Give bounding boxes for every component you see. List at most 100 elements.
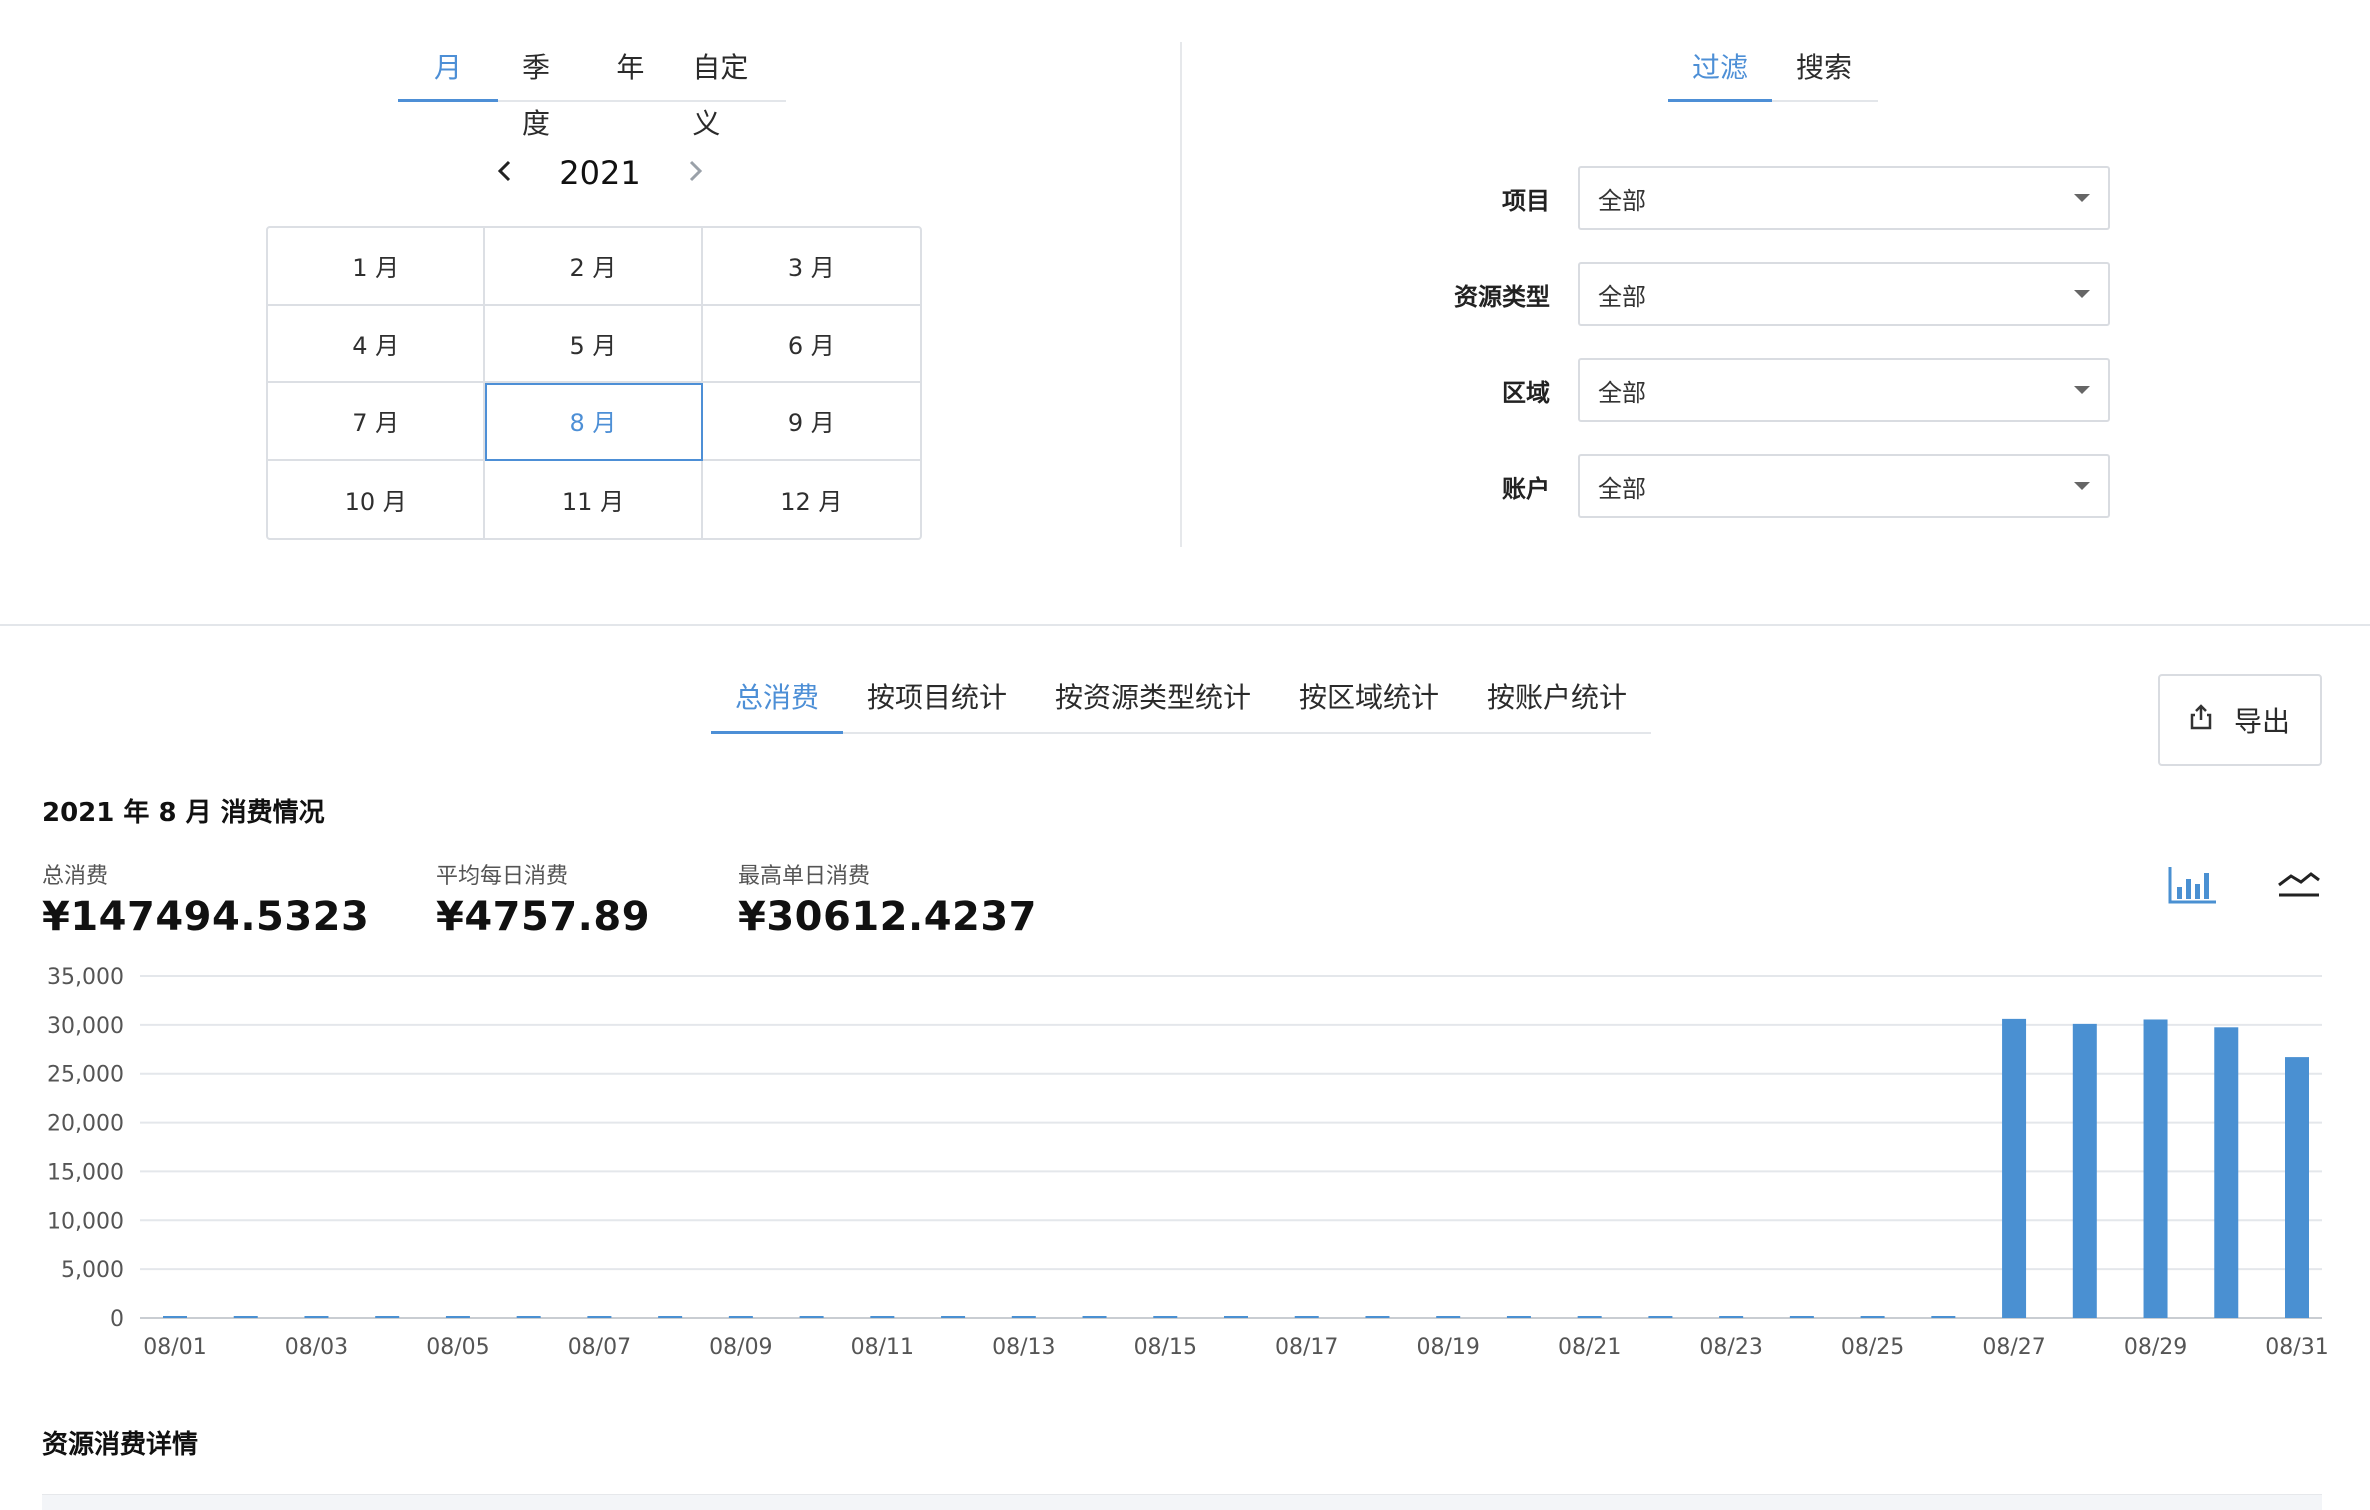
x-tick-label: 08/17: [1275, 1335, 1338, 1360]
month-cell[interactable]: 7 月: [268, 383, 486, 461]
tab-year[interactable]: 年: [592, 40, 668, 100]
chevron-right-icon[interactable]: [680, 156, 710, 191]
daily-cost-bar-chart: 0 5,000 10,000 15,000 20,000 25,000 30,000 35,0…: [47, 965, 2329, 1360]
y-tick-label: 30,000: [47, 1014, 124, 1039]
month-cell[interactable]: 2 月: [485, 228, 703, 306]
x-tick-label: 08/11: [851, 1335, 914, 1360]
export-button[interactable]: 导出: [2158, 674, 2322, 766]
resource-detail-title: 资源消费详情: [42, 1430, 199, 1460]
month-cell-selected[interactable]: 8 月: [485, 383, 703, 461]
metric-total: 总消费 ¥147494.5323: [42, 858, 369, 940]
tab-month[interactable]: 月: [398, 40, 499, 102]
bar: [1365, 1316, 1390, 1318]
bar: [1577, 1316, 1602, 1318]
metric-label: 最高单日消费: [738, 864, 871, 889]
x-tick-label: 08/13: [992, 1335, 1055, 1360]
bar: [870, 1316, 895, 1318]
account-select[interactable]: 全部: [1578, 454, 2110, 518]
x-tick-label: 08/01: [143, 1335, 206, 1360]
bar: [799, 1316, 824, 1318]
month-cell[interactable]: 12 月: [703, 461, 920, 539]
tab-by-resource-type[interactable]: 按资源类型统计: [1031, 668, 1275, 732]
bar: [1224, 1316, 1248, 1318]
metric-value: ¥4757.89: [436, 894, 651, 940]
caret-down-icon: [2074, 194, 2090, 202]
select-value: 全部: [1598, 282, 1646, 311]
x-tick-label: 08/05: [426, 1335, 489, 1360]
month-cell[interactable]: 4 月: [268, 305, 486, 383]
filter-tabs: 过滤 搜索: [1668, 40, 1878, 102]
year-label: 2021: [559, 154, 641, 192]
bar: [163, 1316, 187, 1318]
metric-value: ¥147494.5323: [42, 894, 370, 940]
bar: [1436, 1316, 1461, 1318]
bar: [1931, 1316, 1956, 1318]
x-tick-label: 08/25: [1841, 1335, 1904, 1360]
resource-type-select[interactable]: 全部: [1578, 262, 2110, 326]
month-cell[interactable]: 1 月: [268, 228, 486, 306]
bar: [1719, 1316, 1744, 1318]
y-tick-label: 10,000: [47, 1209, 124, 1234]
month-cell[interactable]: 10 月: [268, 460, 486, 538]
tab-quarter[interactable]: 季度: [498, 40, 592, 140]
tab-total-cost[interactable]: 总消费: [711, 668, 843, 734]
x-tick-label: 08/19: [1416, 1335, 1479, 1360]
month-cell[interactable]: 11 月: [485, 460, 703, 538]
bar-chart-icon[interactable]: [2166, 862, 2220, 908]
bar: [375, 1316, 400, 1318]
detail-table-header: [42, 1494, 2322, 1510]
bar: [1153, 1316, 1178, 1318]
select-value: 全部: [1598, 186, 1646, 215]
filter-label: 资源类型: [1454, 282, 1550, 311]
x-tick-label: 08/27: [1982, 1335, 2045, 1360]
filter-row-account: 账户 全部: [1420, 454, 2110, 518]
month-cell[interactable]: 6 月: [702, 306, 920, 383]
bar: [1789, 1316, 1814, 1318]
chevron-left-icon[interactable]: [490, 156, 520, 191]
filter-label: 账户: [1502, 474, 1550, 503]
metric-label: 总消费: [42, 864, 109, 889]
tab-by-account[interactable]: 按账户统计: [1463, 668, 1651, 732]
period-tabs: 月 季度 年 自定义: [398, 40, 786, 140]
bar: [2002, 1018, 2027, 1318]
bar: [1860, 1316, 1885, 1318]
month-cell[interactable]: 3 月: [702, 228, 920, 306]
bar: [1082, 1316, 1107, 1318]
bar: [445, 1316, 470, 1318]
bar: [941, 1316, 966, 1318]
bar: [658, 1316, 683, 1318]
bar: [587, 1316, 612, 1318]
filter-label: 项目: [1502, 186, 1550, 215]
line-chart-icon[interactable]: [2272, 862, 2326, 908]
y-tick-label: 15,000: [47, 1160, 124, 1185]
x-tick-label: 08/09: [709, 1335, 772, 1360]
month-cell[interactable]: 5 月: [485, 305, 703, 383]
tab-search[interactable]: 搜索: [1772, 40, 1876, 100]
bar: [728, 1316, 753, 1318]
bar: [304, 1316, 329, 1318]
tab-by-region[interactable]: 按区域统计: [1275, 668, 1463, 732]
bar: [1294, 1316, 1319, 1318]
bar: [1648, 1316, 1673, 1318]
y-tick-label: 0: [110, 1307, 124, 1332]
month-cell[interactable]: 9 月: [702, 383, 920, 461]
region-select[interactable]: 全部: [1578, 358, 2110, 422]
bar: [1506, 1316, 1531, 1318]
y-tick-label: 20,000: [47, 1112, 124, 1137]
tab-filter[interactable]: 过滤: [1668, 40, 1773, 102]
bar: [2072, 1023, 2097, 1318]
x-tick-label: 08/21: [1558, 1335, 1621, 1360]
select-value: 全部: [1598, 474, 1646, 503]
tab-custom[interactable]: 自定义: [668, 40, 786, 140]
project-select[interactable]: 全部: [1578, 166, 2110, 230]
x-tick-label: 08/31: [2265, 1335, 2328, 1360]
x-tick-label: 08/07: [568, 1335, 631, 1360]
y-tick-label: 35,000: [47, 965, 124, 990]
bar: [2143, 1019, 2168, 1318]
x-tick-label: 08/15: [1134, 1335, 1197, 1360]
metric-daily-max: 最高单日消费 ¥30612.4237: [738, 858, 1037, 940]
metric-value: ¥30612.4237: [738, 894, 1038, 940]
tab-by-project[interactable]: 按项目统计: [843, 668, 1031, 732]
x-tick-label: 08/03: [285, 1335, 348, 1360]
bar: [233, 1316, 258, 1318]
